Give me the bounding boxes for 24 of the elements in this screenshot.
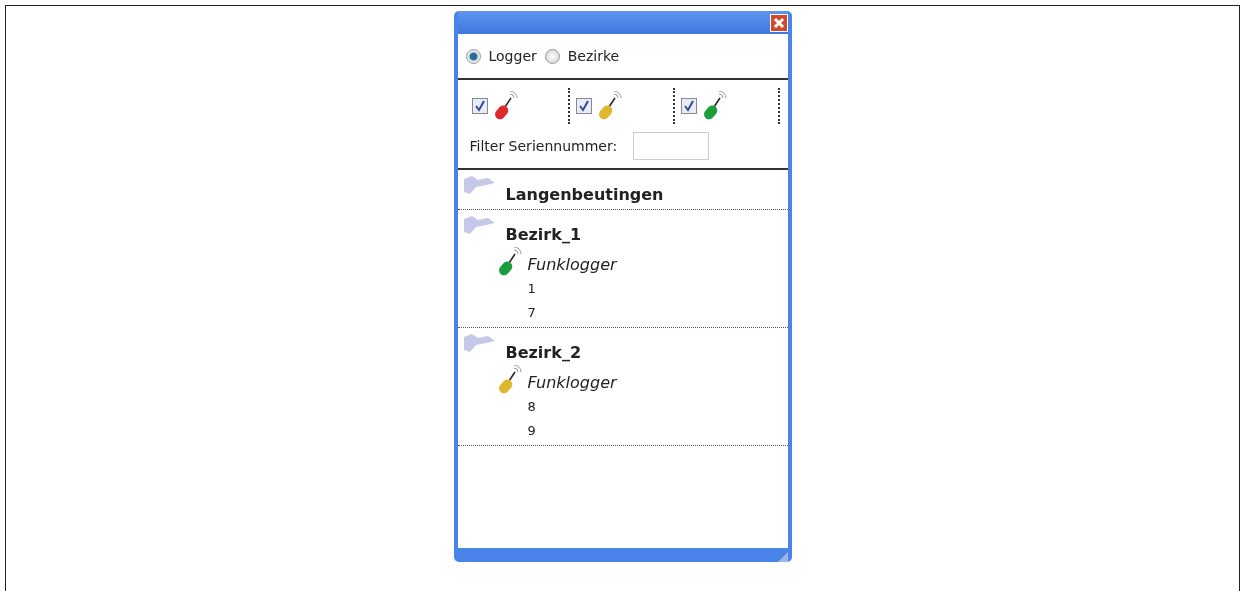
checkbox[interactable] bbox=[576, 98, 593, 114]
serial-number: 7 bbox=[527, 304, 537, 322]
resize-grip-icon[interactable] bbox=[777, 552, 788, 562]
serial-number: 9 bbox=[527, 422, 537, 440]
region-map-icon bbox=[461, 215, 496, 235]
region-map-icon bbox=[461, 175, 496, 195]
region-map-icon bbox=[461, 333, 496, 353]
district-name: Bezirk_2 bbox=[505, 342, 582, 364]
serial-number: 1 bbox=[527, 280, 537, 298]
logger-group-label: Funklogger bbox=[527, 372, 617, 394]
radio-button[interactable] bbox=[465, 48, 481, 64]
checkbox[interactable] bbox=[471, 98, 488, 114]
close-icon bbox=[772, 16, 785, 29]
close-button[interactable] bbox=[769, 13, 788, 32]
logger-group-label: Funklogger bbox=[527, 254, 617, 276]
serial-number: 8 bbox=[527, 398, 537, 416]
district-name: Langenbeutingen bbox=[505, 184, 665, 206]
radio-button[interactable] bbox=[544, 48, 560, 64]
radio-label: Logger bbox=[488, 46, 537, 66]
district-name: Bezirk_1 bbox=[505, 224, 582, 246]
radio-label: Bezirke bbox=[567, 46, 620, 66]
serial-filter-input[interactable] bbox=[633, 132, 710, 160]
filter-label: Filter Seriennummer: bbox=[469, 136, 618, 156]
checkbox[interactable] bbox=[680, 98, 697, 114]
